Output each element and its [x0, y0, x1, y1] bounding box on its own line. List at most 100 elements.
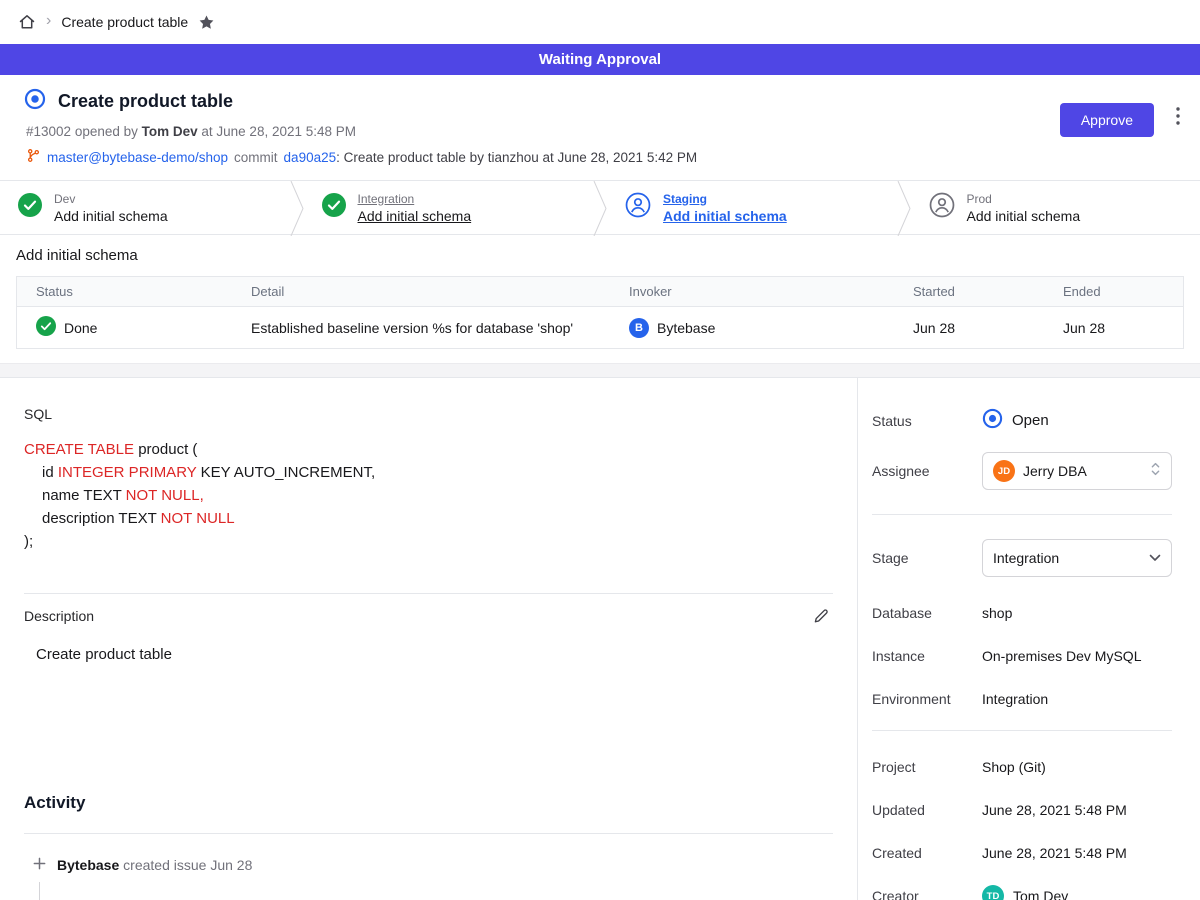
sidebar: Status Open Assignee JD Jerry DBA: [858, 378, 1200, 900]
sidebar-row-project: Project Shop (Git): [872, 755, 1172, 779]
stage-person-icon: [929, 192, 955, 223]
stage-task-label: Add initial schema: [663, 208, 787, 224]
breadcrumb-chevron-icon: ›: [46, 13, 51, 29]
stage-env-label: Staging: [663, 192, 787, 206]
activity-timeline-line: [39, 882, 40, 900]
commit-row: master@bytebase-demo/shop commit da90a25…: [26, 148, 1176, 166]
issue-author: Tom Dev: [142, 124, 198, 139]
task-section: Add initial schema Status Detail Invoker…: [0, 235, 1200, 363]
sidebar-row-status: Status Open: [872, 408, 1172, 433]
activity-item: Bytebase created issue Jun 28: [24, 856, 833, 874]
sql-line: name TEXT NOT NULL,: [24, 484, 833, 507]
issue-at: at: [198, 124, 217, 139]
commit-word: commit: [234, 150, 278, 165]
task-heading: Add initial schema: [16, 247, 1184, 264]
col-ended: Ended: [1044, 284, 1183, 299]
pipeline-stage-dev[interactable]: Dev Add initial schema: [0, 181, 290, 234]
assignee-name: Jerry DBA: [1023, 463, 1087, 479]
activity-actor: Bytebase: [57, 857, 119, 873]
pipeline-stage-staging[interactable]: Staging Add initial schema: [607, 181, 897, 234]
task-invoker-cell: B Bytebase: [610, 318, 894, 338]
chevron-down-icon: [1149, 549, 1161, 567]
stage-text: Staging Add initial schema: [663, 192, 787, 224]
project-label: Project: [872, 759, 982, 775]
sidebar-row-creator: Creator TD Tom Dev: [872, 884, 1172, 900]
updown-chevron-icon: [1150, 461, 1161, 482]
stage-select[interactable]: Integration: [982, 539, 1172, 577]
commit-branch-link[interactable]: master@bytebase-demo/shop: [47, 150, 228, 165]
content-area: SQL CREATE TABLE product ( id INTEGER PR…: [0, 378, 1200, 900]
description-header-row: Description: [24, 608, 833, 624]
issue-opened-by: opened by: [75, 124, 142, 139]
assignee-avatar: JD: [993, 460, 1015, 482]
task-status-text: Done: [64, 320, 97, 336]
stage-env-label: Prod: [967, 192, 1081, 206]
sql-code-block: CREATE TABLE product ( id INTEGER PRIMAR…: [24, 438, 833, 553]
stage-separator-icon: [897, 181, 911, 236]
created-label: Created: [872, 845, 982, 861]
created-value: June 28, 2021 5:48 PM: [982, 845, 1172, 861]
stage-separator-icon: [290, 181, 304, 236]
status-value: Open: [982, 408, 1172, 433]
favorite-star-icon[interactable]: [198, 14, 215, 31]
assignee-select[interactable]: JD Jerry DBA: [982, 452, 1172, 490]
activity-text: Bytebase created issue Jun 28: [57, 857, 252, 873]
issue-open-status-icon: [24, 88, 46, 115]
task-table-header: Status Detail Invoker Started Ended: [17, 277, 1183, 307]
git-branch-icon: [26, 148, 41, 166]
stage-text: Integration Add initial schema: [358, 192, 472, 224]
plus-icon: [32, 856, 47, 874]
breadcrumb-title: Create product table: [61, 14, 188, 30]
sidebar-row-created: Created June 28, 2021 5:48 PM: [872, 841, 1172, 865]
sidebar-row-instance: Instance On-premises Dev MySQL: [872, 644, 1172, 668]
pipeline-bar: Dev Add initial schema Integration Add i…: [0, 180, 1200, 235]
invoker-avatar: B: [629, 318, 649, 338]
description-label: Description: [24, 608, 94, 624]
kebab-menu-icon[interactable]: [1176, 107, 1180, 125]
stage-label: Stage: [872, 550, 982, 566]
issue-title: Create product table: [58, 91, 233, 112]
assignee-label: Assignee: [872, 463, 982, 479]
issue-header: Create product table #13002 opened by To…: [0, 75, 1200, 180]
task-table-row[interactable]: Done Established baseline version %s for…: [17, 307, 1183, 348]
status-label: Status: [872, 413, 982, 429]
stage-separator-icon: [593, 181, 607, 236]
sidebar-divider: [872, 730, 1172, 731]
sidebar-row-database: Database shop: [872, 601, 1172, 625]
issue-title-row: Create product table: [24, 88, 1176, 115]
invoker-name: Bytebase: [657, 320, 715, 336]
creator-avatar: TD: [982, 885, 1004, 900]
stage-done-check-icon: [322, 193, 346, 222]
commit-hash-link[interactable]: da90a25: [284, 150, 337, 165]
sql-line: CREATE TABLE product (: [24, 438, 833, 461]
pipeline-stage-integration[interactable]: Integration Add initial schema: [304, 181, 594, 234]
creator-value: TD Tom Dev: [982, 885, 1172, 900]
sql-label: SQL: [24, 406, 833, 422]
sql-line: id INTEGER PRIMARY KEY AUTO_INCREMENT,: [24, 461, 833, 484]
task-ended-cell: Jun 28: [1044, 320, 1183, 336]
edit-pencil-icon[interactable]: [813, 608, 829, 624]
activity-date: Jun 28: [210, 857, 252, 873]
stage-person-icon: [625, 192, 651, 223]
description-text: Create product table: [24, 646, 833, 663]
stage-select-value: Integration: [993, 550, 1059, 566]
bytebase-issue-page: › Create product table Waiting Approval …: [0, 0, 1200, 900]
database-label: Database: [872, 605, 982, 621]
section-divider-band: [0, 363, 1200, 378]
instance-label: Instance: [872, 648, 982, 664]
task-detail-cell: Established baseline version %s for data…: [232, 320, 610, 336]
activity-divider: [24, 833, 833, 834]
pipeline-stage-prod[interactable]: Prod Add initial schema: [911, 181, 1200, 234]
stage-task-label: Add initial schema: [54, 208, 168, 224]
stage-done-check-icon: [18, 193, 42, 222]
home-icon[interactable]: [18, 13, 36, 31]
environment-value: Integration: [982, 691, 1172, 707]
sidebar-row-assignee: Assignee JD Jerry DBA: [872, 452, 1172, 490]
col-invoker: Invoker: [610, 284, 894, 299]
approve-button[interactable]: Approve: [1060, 103, 1154, 137]
stage-env-label: Dev: [54, 192, 168, 206]
creator-name: Tom Dev: [1013, 888, 1068, 900]
environment-label: Environment: [872, 691, 982, 707]
approval-banner-text: Waiting Approval: [539, 51, 661, 68]
commit-message: : Create product table by tianzhou at Ju…: [336, 150, 697, 165]
